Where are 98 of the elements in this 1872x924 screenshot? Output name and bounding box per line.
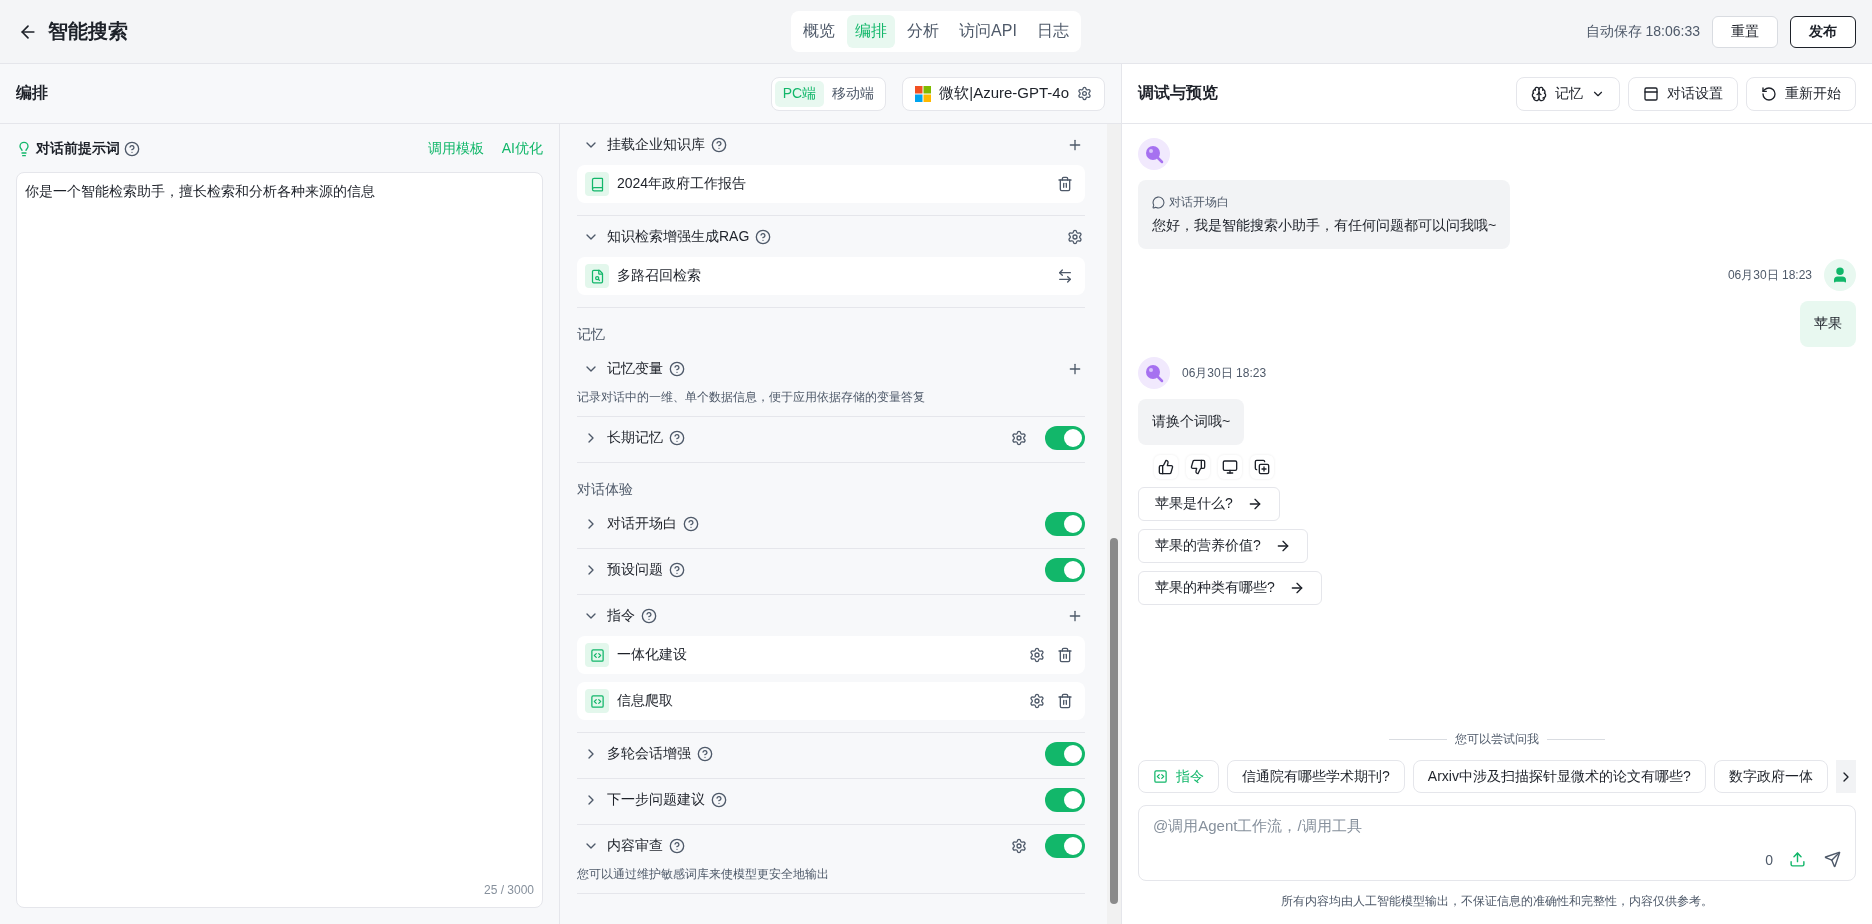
help-icon — [641, 607, 657, 624]
list-item-card[interactable]: 2024年政府工作报告 — [577, 165, 1085, 203]
scrollbar[interactable] — [1107, 124, 1121, 924]
nav-tab[interactable]: 访问API — [951, 15, 1025, 48]
section-title: 指令 — [607, 606, 635, 625]
settings-icon[interactable] — [1027, 645, 1047, 665]
autosave-status: 自动保存 18:06:33 — [1585, 22, 1700, 41]
book-icon — [585, 172, 609, 196]
section-title: 对话开场白 — [607, 514, 677, 533]
bot-avatar — [1138, 138, 1170, 170]
preview-button[interactable]: 记忆 — [1516, 76, 1620, 111]
help-icon — [669, 360, 685, 377]
user-avatar — [1824, 259, 1856, 291]
prompt-textarea[interactable]: 你是一个智能检索助手，擅长检索和分析各种来源的信息 25 / 3000 — [16, 172, 543, 908]
thumbs-down-icon[interactable] — [1186, 455, 1210, 479]
nav-tab[interactable]: 概览 — [795, 15, 844, 48]
chat-input[interactable]: @调用Agent工作流，/调用工具 — [1151, 816, 1843, 835]
message-time: 06月30日 18:23 — [1727, 266, 1812, 284]
panel-title: 编排 — [16, 83, 49, 103]
toggle-switch[interactable] — [1045, 511, 1085, 536]
nav-tab[interactable]: 分析 — [899, 15, 948, 48]
message-text: 苹果 — [1814, 315, 1842, 333]
publish-button[interactable]: 发布 — [1790, 15, 1856, 48]
code-window-icon — [1153, 769, 1168, 784]
suggestion-heading: 您可以尝试问我 — [1455, 731, 1539, 748]
monitor-icon[interactable] — [1218, 455, 1242, 479]
settings-icon — [1077, 86, 1092, 101]
item-label: 2024年政府工作报告 — [617, 175, 748, 193]
settings-icon[interactable] — [1027, 691, 1047, 711]
send-icon[interactable] — [1822, 849, 1843, 870]
toggle-switch[interactable] — [1045, 741, 1085, 766]
code-window-icon — [585, 643, 609, 667]
platform-tab[interactable]: 移动端 — [824, 80, 883, 107]
suggested-question[interactable]: 苹果是什么? — [1138, 487, 1280, 521]
lightbulb-icon — [16, 141, 32, 157]
group-heading: 记忆 — [577, 325, 606, 344]
section-title: 知识检索增强生成RAG — [607, 227, 750, 246]
prompt-title: 对话前提示词 — [36, 140, 120, 158]
message-text: 请换个词哦~ — [1152, 413, 1231, 431]
model-selector[interactable]: 微软|Azure-GPT-4o — [902, 76, 1105, 111]
refresh-icon — [1761, 85, 1777, 102]
bot-avatar — [1138, 357, 1170, 389]
reset-button[interactable]: 重置 — [1712, 15, 1778, 48]
suggested-question[interactable]: 苹果的营养价值? — [1138, 529, 1308, 563]
toggle-switch[interactable] — [1045, 833, 1085, 858]
section-title: 内容审查 — [607, 836, 663, 855]
search-document-icon — [585, 264, 609, 288]
section-title: 长期记忆 — [607, 428, 663, 447]
suggested-question[interactable]: 苹果的种类有哪些? — [1138, 571, 1322, 605]
input-counter: 0 — [1765, 851, 1773, 868]
section-title: 多轮会话增强 — [607, 744, 691, 763]
thumbs-up-icon[interactable] — [1154, 455, 1178, 479]
list-item-card[interactable]: 信息爬取 — [577, 682, 1085, 720]
section-description: 记录对话中的一维、单个数据信息，便于应用依据存储的变量答复 — [577, 389, 926, 406]
message-time: 06月30日 18:23 — [1182, 364, 1267, 382]
question-chip[interactable]: 信通院有哪些学术期刊? — [1227, 760, 1405, 793]
preview-button[interactable]: 对话设置 — [1628, 76, 1738, 111]
question-chip[interactable]: 数字政府一体 — [1713, 760, 1828, 793]
upload-icon[interactable] — [1787, 849, 1808, 870]
chat-bubble-icon — [1152, 196, 1165, 209]
character-counter: 25 / 3000 — [483, 883, 534, 897]
help-icon — [669, 429, 685, 446]
toggle-switch[interactable] — [1045, 557, 1085, 582]
section-title: 记忆变量 — [607, 359, 663, 378]
section-description: 您可以通过维护敏感词库来使模型更安全地输出 — [577, 866, 830, 883]
section-title: 下一步问题建议 — [607, 790, 705, 809]
help-icon — [697, 745, 713, 762]
help-icon — [669, 837, 685, 854]
message-text: 您好，我是智能搜索小助手，有任何问题都可以问我哦~ — [1152, 217, 1497, 235]
copy-icon[interactable] — [1250, 455, 1274, 479]
help-icon — [683, 515, 699, 532]
help-icon — [711, 791, 727, 808]
item-label: 信息爬取 — [617, 692, 674, 710]
help-icon — [124, 141, 140, 157]
item-label: 一体化建设 — [617, 646, 688, 664]
question-chip[interactable]: Arxiv中涉及扫描探针显微术的论文有哪些? — [1412, 760, 1706, 793]
help-icon — [711, 136, 727, 153]
panel-icon — [1643, 85, 1659, 102]
disclaimer-text: 所有内容均由人工智能模型输出，不保证信息的准确性和完整性，内容仅供参考。 — [1280, 893, 1714, 910]
item-label: 多路召回检索 — [617, 267, 702, 285]
preview-button[interactable]: 重新开始 — [1746, 76, 1856, 111]
toggle-switch[interactable] — [1045, 787, 1085, 812]
list-item-card[interactable]: 多路召回检索 — [577, 257, 1085, 295]
help-icon — [755, 228, 772, 245]
windows-logo-icon — [915, 85, 932, 102]
app-title: 智能搜索 — [48, 19, 128, 44]
brain-icon — [1531, 85, 1547, 102]
chevron-right-icon[interactable] — [1836, 760, 1856, 793]
panel-title: 调试与预览 — [1138, 83, 1219, 103]
toggle-switch[interactable] — [1045, 425, 1085, 450]
nav-tab[interactable]: 日志 — [1028, 15, 1077, 48]
section-title: 预设问题 — [607, 560, 663, 579]
section-title: 挂载企业知识库 — [607, 135, 705, 154]
message-caption: 对话开场白 — [1169, 194, 1229, 211]
code-window-icon — [585, 689, 609, 713]
help-icon — [669, 561, 685, 578]
group-heading: 对话体验 — [577, 480, 634, 499]
list-item-card[interactable]: 一体化建设 — [577, 636, 1085, 674]
